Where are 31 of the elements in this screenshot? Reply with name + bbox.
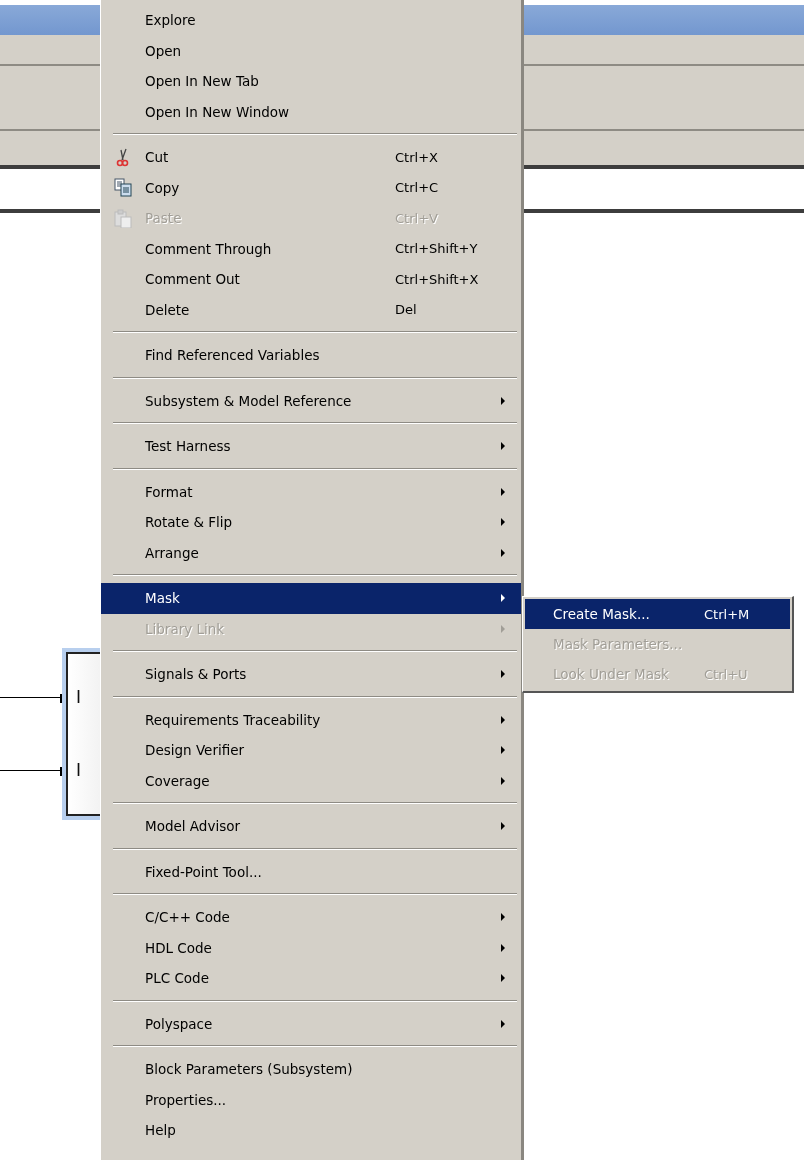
documents-icon <box>114 178 132 198</box>
menu-item[interactable]: Subsystem & Model Reference <box>101 385 521 416</box>
menu-item[interactable]: Test Harness <box>101 431 521 462</box>
port-label: I <box>76 687 81 707</box>
signal-line <box>0 770 60 771</box>
port-label: I <box>76 760 81 780</box>
menu-item[interactable]: Mask <box>101 583 521 614</box>
menu-item[interactable]: Copy Ctrl+C <box>101 172 521 203</box>
menu-item[interactable]: Delete Del <box>101 294 521 325</box>
menu-item[interactable]: HDL Code <box>101 932 521 963</box>
menu-item[interactable]: Format <box>101 476 521 507</box>
menu-item[interactable]: Open In New Window <box>101 96 521 127</box>
menu-item[interactable]: Find Referenced Variables <box>101 340 521 371</box>
menu-item[interactable]: Block Parameters (Subsystem) <box>101 1054 521 1085</box>
menu-item[interactable]: C/C++ Code <box>101 902 521 933</box>
menu-item[interactable]: Properties... <box>101 1084 521 1115</box>
menu-item[interactable]: Rotate & Flip <box>101 507 521 538</box>
clipboard-icon <box>114 208 132 228</box>
menu-item[interactable]: Open <box>101 35 521 66</box>
menu-item[interactable]: Explore <box>101 5 521 36</box>
menu-item[interactable]: PLC Code <box>101 963 521 994</box>
menu-item[interactable]: Polyspace <box>101 1008 521 1039</box>
menu-item[interactable]: Comment Through Ctrl+Shift+Y <box>101 233 521 264</box>
signal-line <box>0 697 60 698</box>
menu-item[interactable]: Arrange <box>101 537 521 568</box>
menu-item[interactable]: Fixed-Point Tool... <box>101 856 521 887</box>
menu-item[interactable]: Help <box>101 1115 521 1146</box>
menu-item[interactable]: Comment Out Ctrl+Shift+X <box>101 264 521 295</box>
menu-item[interactable]: Cut Ctrl+X <box>101 142 521 173</box>
menu-item[interactable]: Open In New Tab <box>101 66 521 97</box>
menu-item[interactable]: Create Mask... Ctrl+M <box>525 599 790 629</box>
